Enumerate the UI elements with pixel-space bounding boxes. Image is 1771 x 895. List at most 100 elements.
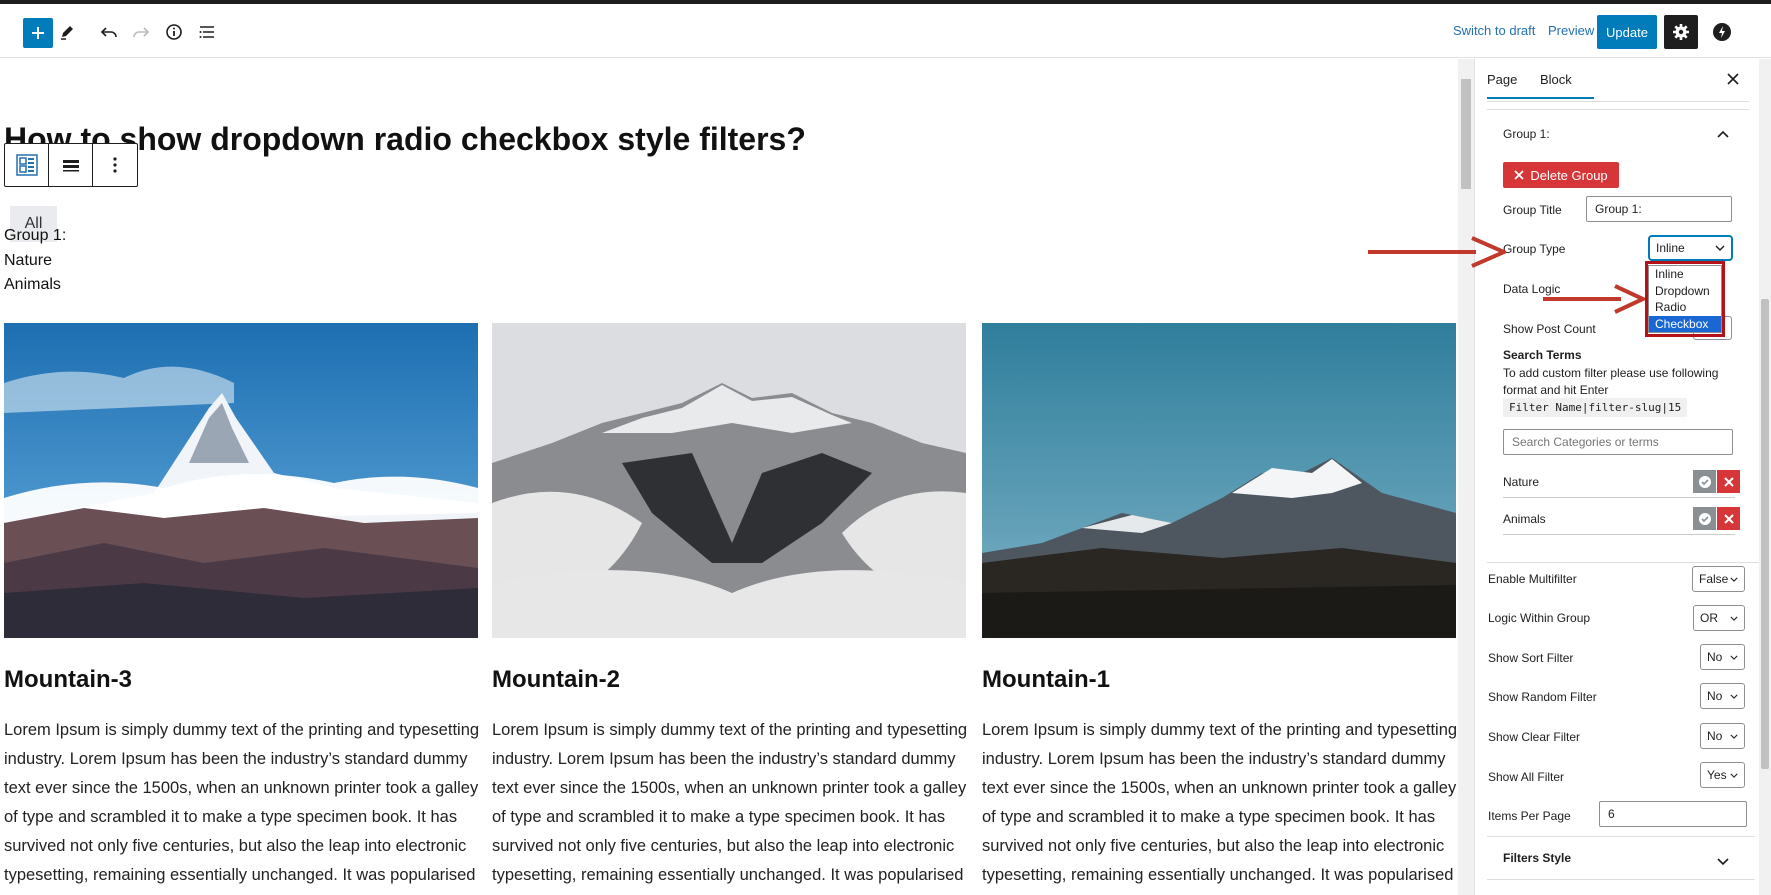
post-title[interactable]: Mountain-1 — [982, 666, 1110, 694]
show-post-count-label: Show Post Count — [1503, 322, 1596, 336]
delete-group-label: Delete Group — [1530, 167, 1608, 183]
switch-to-draft-link[interactable]: Switch to draft — [1453, 23, 1535, 38]
details-button[interactable] — [159, 17, 189, 47]
info-icon — [166, 24, 182, 40]
enable-multifilter-label: Enable Multifilter — [1488, 572, 1577, 586]
section-divider — [1487, 836, 1755, 837]
select-value: No — [1707, 650, 1723, 664]
term-check-button[interactable] — [1693, 470, 1716, 493]
group-type-label: Group Type — [1503, 242, 1566, 256]
term-remove-button[interactable] — [1717, 507, 1740, 530]
post-excerpt: Lorem Ipsum is simply dummy text of the … — [492, 721, 968, 884]
list-view-icon — [199, 26, 214, 38]
search-terms-heading: Search Terms — [1503, 348, 1582, 362]
post-excerpt: Lorem Ipsum is simply dummy text of the … — [982, 721, 1458, 884]
show-clear-filter-select[interactable]: No — [1700, 723, 1745, 749]
block-toolbar — [4, 143, 138, 187]
close-sidebar-button[interactable] — [1727, 69, 1739, 90]
chevron-down-icon — [1730, 577, 1738, 582]
section-divider — [1487, 879, 1755, 880]
show-sort-filter-select[interactable]: No — [1700, 644, 1745, 670]
chevron-up-icon[interactable] — [1717, 125, 1729, 143]
show-clear-filter-label: Show Clear Filter — [1488, 730, 1581, 744]
update-button[interactable]: Update — [1597, 15, 1657, 49]
plugin-button[interactable] — [1708, 18, 1736, 46]
items-per-page-input[interactable]: 6 — [1599, 801, 1747, 827]
add-block-button[interactable] — [23, 18, 53, 48]
tabs-divider — [1487, 101, 1749, 102]
sidebar-tabs: Page Block — [1475, 59, 1756, 101]
mountain-image[interactable] — [982, 323, 1456, 638]
show-sort-filter-label: Show Sort Filter — [1488, 651, 1574, 665]
mountain-image[interactable] — [4, 323, 478, 638]
check-circle-icon — [1698, 475, 1711, 488]
block-grid-icon — [15, 154, 38, 176]
more-options-button[interactable] — [93, 144, 137, 186]
enable-multifilter-select[interactable]: False — [1692, 566, 1745, 592]
tab-page[interactable]: Page — [1487, 72, 1517, 87]
select-value: False — [1699, 572, 1729, 586]
annotation-arrow-icon — [1543, 284, 1645, 314]
settings-sidebar: Page Block Group 1: Delete Group Group T… — [1475, 59, 1771, 895]
group-header-label[interactable]: Group 1: — [1503, 127, 1550, 141]
delete-group-button[interactable]: Delete Group — [1503, 162, 1619, 188]
term-row: Nature — [1503, 466, 1740, 498]
term-row: Animals — [1503, 503, 1740, 535]
post-excerpt: Lorem Ipsum is simply dummy text of the … — [4, 721, 480, 884]
group-label: Group 1: — [4, 227, 67, 244]
plugin-logo-icon — [1713, 23, 1731, 41]
sidebar-scrollbar[interactable] — [1759, 59, 1771, 895]
search-terms-input[interactable]: Search Categories or terms — [1503, 429, 1733, 455]
redo-button[interactable] — [126, 17, 156, 47]
group-title-input[interactable]: Group 1: — [1586, 196, 1732, 222]
filter-nature[interactable]: Nature — [4, 252, 52, 270]
mountain-image[interactable] — [492, 323, 966, 638]
search-terms-format: Filter Name|filter-slug|15 — [1503, 398, 1688, 417]
chevron-down-icon — [1730, 655, 1738, 660]
settings-button[interactable] — [1664, 15, 1698, 49]
canvas-scrollbar-thumb[interactable] — [1461, 79, 1471, 189]
group-type-select[interactable]: Inline — [1649, 236, 1732, 260]
align-wide-icon — [62, 160, 79, 172]
select-value: OR — [1700, 611, 1718, 625]
term-remove-button[interactable] — [1717, 470, 1740, 493]
undo-icon — [100, 27, 117, 38]
gear-icon — [1673, 24, 1689, 40]
undo-button[interactable] — [94, 17, 124, 47]
pencil-icon — [61, 26, 73, 40]
select-value: Yes — [1707, 768, 1727, 782]
show-all-filter-label: Show All Filter — [1488, 770, 1565, 784]
preview-link[interactable]: Preview — [1548, 23, 1594, 38]
redo-icon — [133, 27, 150, 38]
list-view-button[interactable] — [192, 17, 222, 47]
show-random-filter-select[interactable]: No — [1700, 683, 1745, 709]
show-all-filter-select[interactable]: Yes — [1700, 762, 1745, 788]
canvas-scrollbar[interactable] — [1458, 59, 1474, 895]
filter-animals[interactable]: Animals — [4, 276, 61, 294]
logic-within-group-select[interactable]: OR — [1693, 605, 1745, 631]
chevron-down-icon[interactable] — [1717, 853, 1729, 871]
filters-style-panel[interactable]: Filters Style — [1503, 851, 1571, 865]
post-title[interactable]: Mountain-2 — [492, 666, 620, 694]
items-per-page-label: Items Per Page — [1488, 809, 1571, 823]
editor-toolbar: Switch to draft Preview Update — [0, 4, 1771, 58]
close-icon — [1723, 476, 1734, 487]
group-type-value: Inline — [1656, 241, 1685, 255]
active-tab-indicator — [1487, 97, 1594, 99]
close-icon — [1514, 170, 1524, 180]
term-name: Nature — [1503, 475, 1540, 489]
tools-button[interactable] — [52, 17, 82, 47]
chevron-down-icon — [1730, 694, 1738, 699]
post-title[interactable]: Mountain-3 — [4, 666, 132, 694]
sidebar-scrollbar-thumb[interactable] — [1761, 299, 1769, 769]
block-type-button[interactable] — [5, 144, 49, 186]
plus-icon — [32, 27, 44, 39]
term-name: Animals — [1503, 512, 1546, 526]
search-terms-help: To add custom filter please use followin… — [1503, 366, 1719, 397]
select-value: No — [1707, 689, 1723, 703]
logic-within-group-label: Logic Within Group — [1488, 611, 1591, 625]
align-button[interactable] — [49, 144, 93, 186]
term-check-button[interactable] — [1693, 507, 1716, 530]
annotation-arrow-icon — [1368, 236, 1506, 268]
tab-block[interactable]: Block — [1540, 72, 1572, 87]
